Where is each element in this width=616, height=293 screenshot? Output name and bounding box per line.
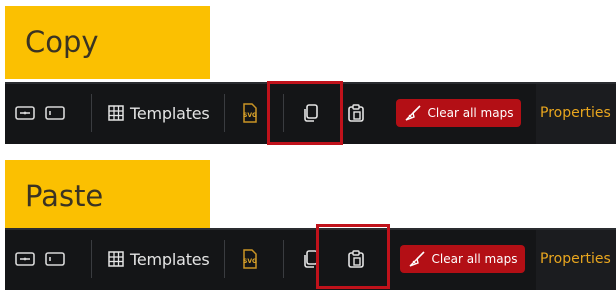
copy-section-label: Copy (5, 6, 210, 79)
paste-icon[interactable] (348, 82, 364, 144)
broom-icon (404, 105, 422, 121)
properties-tab[interactable]: Properties (536, 228, 616, 290)
clear-all-maps-label: Clear all maps (427, 106, 514, 120)
svg-export-icon[interactable]: SVG (240, 82, 260, 144)
svg-badge: SVG (243, 112, 257, 119)
paste-icon[interactable] (348, 228, 364, 290)
divider (283, 94, 284, 132)
templates-button[interactable]: Templates (108, 228, 210, 290)
divider (283, 240, 284, 278)
properties-label: Properties (540, 105, 611, 121)
toolbar-paste: Templates SVG Clear all maps Properties (5, 228, 616, 290)
svg-export-icon[interactable]: SVG (240, 228, 260, 290)
properties-tab[interactable]: Properties (536, 82, 616, 144)
broom-icon (408, 251, 426, 267)
copy-icon[interactable] (303, 82, 319, 144)
properties-label: Properties (540, 251, 611, 267)
toggle-icon[interactable] (15, 82, 35, 144)
divider (91, 240, 92, 278)
toggle-icon[interactable] (15, 228, 35, 290)
panel-toggle-icon[interactable] (45, 82, 65, 144)
grid-icon (108, 251, 124, 267)
templates-button[interactable]: Templates (108, 82, 210, 144)
svg-badge: SVG (243, 258, 257, 265)
clear-all-maps-label: Clear all maps (431, 252, 518, 266)
divider (224, 94, 225, 132)
templates-label: Templates (130, 103, 210, 123)
clear-all-maps-button[interactable]: Clear all maps (400, 245, 525, 273)
paste-section-label: Paste (5, 160, 210, 233)
clear-all-maps-button[interactable]: Clear all maps (396, 99, 521, 127)
panel-toggle-icon[interactable] (45, 228, 65, 290)
divider (91, 94, 92, 132)
templates-label: Templates (130, 249, 210, 269)
toolbar-copy: Templates SVG Clear all maps Properties (5, 82, 616, 144)
divider (224, 240, 225, 278)
copy-icon[interactable] (303, 228, 319, 290)
grid-icon (108, 105, 124, 121)
